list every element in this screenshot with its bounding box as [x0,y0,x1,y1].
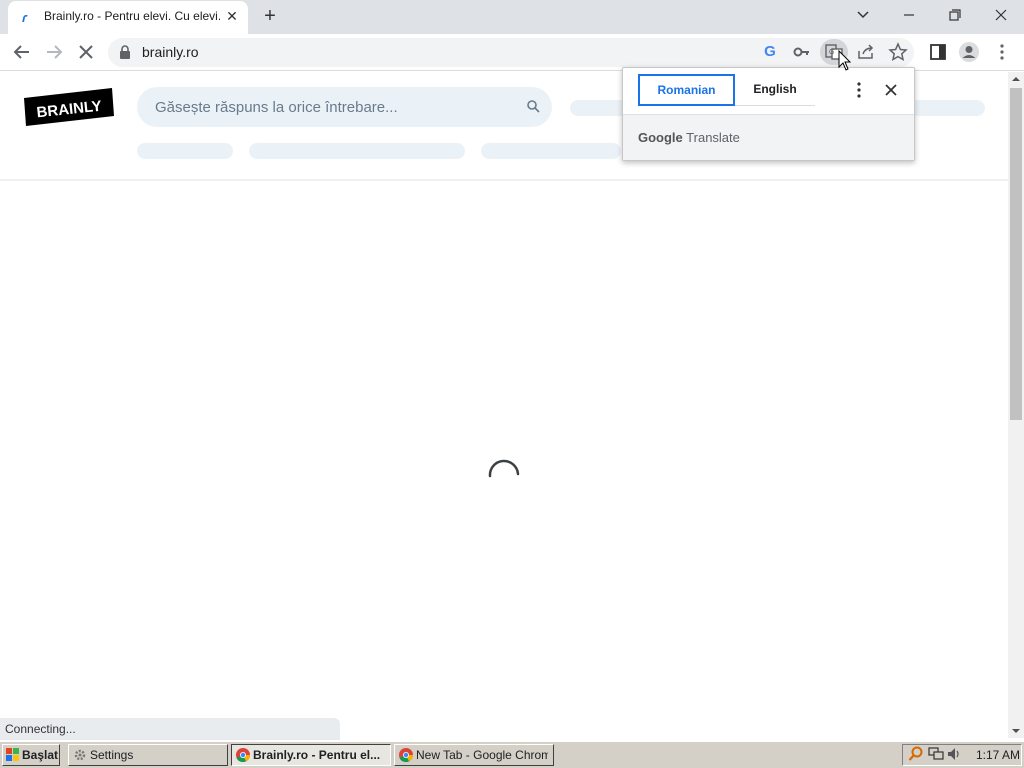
translate-close-icon[interactable] [882,81,900,99]
svg-text:G: G [829,49,834,56]
clock[interactable]: 1:17 AM [968,748,1020,764]
profile-icon[interactable] [958,41,980,63]
taskbar-label[interactable]: Settings [90,748,220,764]
taskbar-label[interactable]: New Tab - Google Chrome [416,748,548,764]
tab-close-icon[interactable]: ✕ [224,8,240,24]
tab-title: Brainly.ro - Pentru elevi. Cu elevi. [44,9,220,23]
star-icon[interactable] [888,42,908,62]
status-text: Connecting... [5,722,76,736]
window-close-icon[interactable] [990,6,1012,24]
scroll-up-icon[interactable] [1008,72,1024,86]
chrome-icon [236,748,250,763]
chrome-icon [399,748,413,763]
network-tray-icon[interactable] [928,746,944,762]
loading-spinner-icon [488,459,520,478]
brainly-favicon-icon: ɾ [22,10,28,25]
stop-icon[interactable] [73,39,99,65]
tab-romanian[interactable]: Romanian [638,74,735,106]
minimize-icon[interactable] [898,6,920,24]
start-label[interactable]: Başlat [22,748,58,762]
restore-icon[interactable] [944,6,966,24]
volume-tray-icon[interactable] [946,746,962,762]
search-icon[interactable] [526,99,540,113]
skeleton-placeholder [137,143,233,159]
lock-icon[interactable] [118,44,132,60]
skeleton-placeholder [481,143,621,159]
brainly-logo[interactable]: BRAINLY [24,88,114,126]
tab-search-chevron-icon[interactable] [852,6,874,24]
side-panel-icon[interactable] [928,42,948,62]
search-placeholder[interactable]: Găsește răspuns la orice întrebare... [155,99,495,117]
skeleton-placeholder [249,143,465,159]
share-icon[interactable] [856,42,876,62]
taskbar-label[interactable]: Brainly.ro - Pentru el... [253,748,385,764]
new-tab-button[interactable]: + [260,5,280,27]
settings-gear-icon [74,749,86,761]
key-icon[interactable] [792,42,812,62]
header-divider [0,179,1008,181]
magnifier-tray-icon[interactable] [908,746,924,762]
menu-icon[interactable] [992,42,1012,62]
mouse-cursor-icon [838,50,852,71]
tab-english[interactable]: English [735,74,815,106]
url-text[interactable]: brainly.ro [142,44,342,62]
scrollbar-thumb[interactable] [1010,88,1022,420]
windows-logo-icon [6,748,19,761]
page-content [0,72,1008,736]
translate-wordmark: Translate [686,130,740,145]
back-icon[interactable] [9,39,35,65]
google-translate-branding: Google Translate [638,130,798,146]
scroll-down-icon[interactable] [1008,724,1024,738]
google-icon[interactable]: G [760,42,780,62]
forward-icon[interactable] [41,39,67,65]
google-wordmark: Google [638,130,683,145]
translate-options-icon[interactable] [850,80,868,100]
